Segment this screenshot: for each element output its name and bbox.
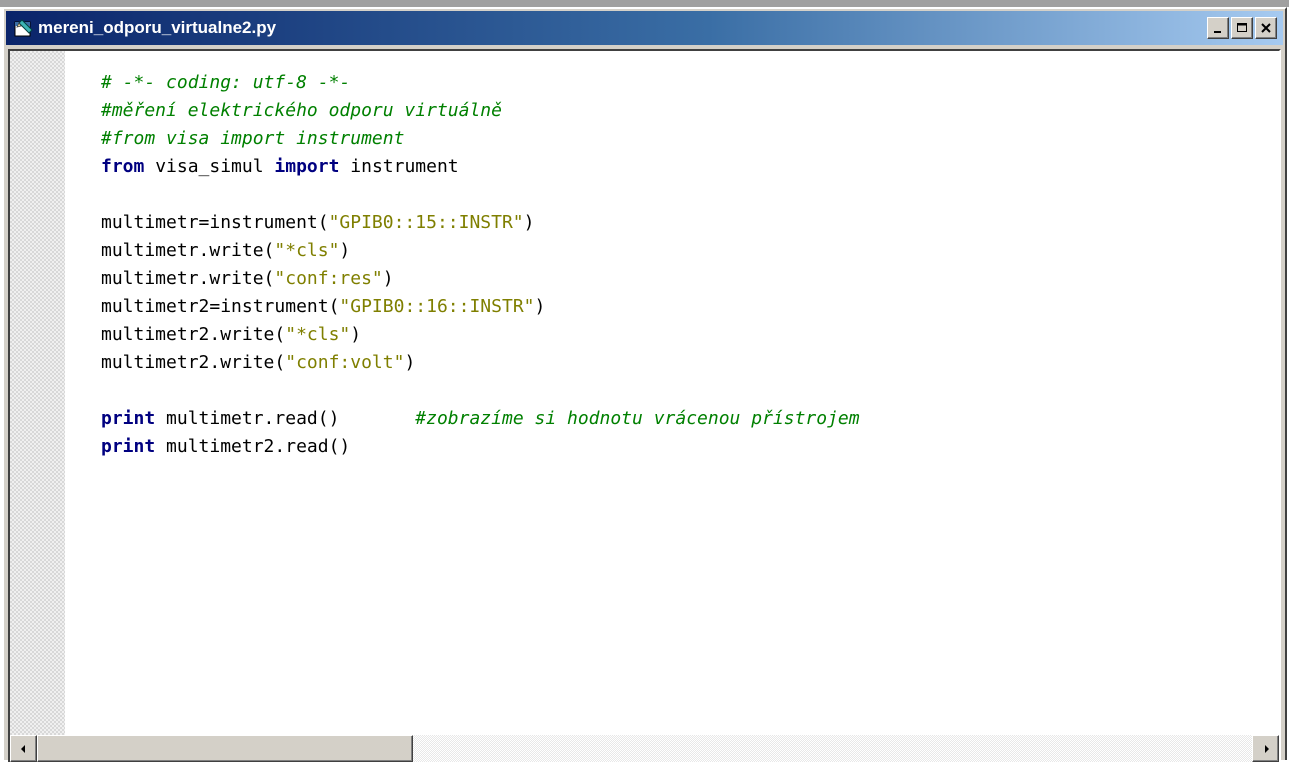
code-line: #měření elektrického odporu virtuálně (101, 97, 1271, 125)
title-bar[interactable]: mereni_odporu_virtualne2.py (6, 11, 1283, 45)
scroll-left-button[interactable] (10, 735, 37, 762)
editor-client: # -*- coding: utf-8 -*- #měření elektrick… (8, 49, 1281, 762)
maximize-button[interactable] (1231, 17, 1253, 39)
string-token: "conf:res" (274, 268, 383, 289)
comment-token: #from visa import instrument (101, 128, 405, 149)
code-text: instrument (339, 156, 459, 177)
code-line: # -*- coding: utf-8 -*- (101, 69, 1271, 97)
code-text: multimetr2=instrument( (101, 296, 340, 317)
code-text: ) (339, 240, 351, 261)
code-area[interactable]: # -*- coding: utf-8 -*- #měření elektrick… (101, 69, 1271, 461)
code-line: multimetr2.write("*cls") (101, 321, 1271, 349)
code-text: multimetr2.write( (101, 352, 286, 373)
scrollbar-thumb[interactable] (37, 735, 413, 762)
horizontal-scrollbar[interactable] (10, 735, 1279, 762)
string-token: "GPIB0::16::INSTR" (339, 296, 535, 317)
arrow-left-icon (20, 744, 25, 753)
close-icon (1261, 23, 1271, 33)
string-token: "GPIB0::15::INSTR" (328, 212, 524, 233)
code-editor[interactable]: # -*- coding: utf-8 -*- #měření elektrick… (10, 51, 1279, 735)
code-text: visa_simul (144, 156, 275, 177)
window-title: mereni_odporu_virtualne2.py (38, 18, 277, 37)
code-line: print multimetr2.read() (101, 433, 1271, 461)
code-text: ) (534, 296, 546, 317)
comment-token: #měření elektrického odporu virtuálně (101, 100, 502, 121)
keyword-token: from (101, 156, 145, 177)
editor-gutter (10, 51, 65, 735)
comment-token: #zobrazíme si hodnotu vrácenou přístroje… (415, 408, 860, 429)
string-token: "conf:volt" (285, 352, 405, 373)
desktop-strip (0, 0, 1289, 7)
code-text: multimetr=instrument( (101, 212, 329, 233)
minimize-icon (1214, 31, 1221, 33)
code-line: print multimetr.read() #zobrazíme si hod… (101, 405, 1271, 433)
arrow-right-icon (1264, 744, 1269, 753)
string-token: "*cls" (274, 240, 340, 261)
code-text: multimetr2.write( (101, 324, 286, 345)
code-line: from visa_simul import instrument (101, 153, 1271, 181)
python-file-icon (14, 19, 33, 37)
scroll-right-button[interactable] (1252, 735, 1279, 762)
code-text: multimetr.write( (101, 240, 275, 261)
maximize-icon (1237, 23, 1247, 32)
code-text: ) (404, 352, 416, 373)
keyword-token: import (274, 156, 340, 177)
code-text: ) (382, 268, 394, 289)
code-text: multimetr2.read() (155, 436, 351, 457)
keyword-token: print (101, 436, 156, 457)
code-text: ) (350, 324, 362, 345)
code-line: multimetr.write("conf:res") (101, 265, 1271, 293)
code-text: multimetr.write( (101, 268, 275, 289)
string-token: "*cls" (285, 324, 351, 345)
editor-window: mereni_odporu_virtualne2.py # -*- coding… (2, 7, 1287, 762)
code-text: ) (523, 212, 535, 233)
window-controls (1205, 17, 1277, 39)
code-line: #from visa import instrument (101, 125, 1271, 153)
code-line: multimetr=instrument("GPIB0::15::INSTR") (101, 209, 1271, 237)
code-text: multimetr.read() (155, 408, 416, 429)
comment-token: # -*- coding: utf-8 -*- (101, 72, 351, 93)
keyword-token: print (101, 408, 156, 429)
code-line: multimetr.write("*cls") (101, 237, 1271, 265)
code-line: multimetr2=instrument("GPIB0::16::INSTR"… (101, 293, 1271, 321)
code-line: multimetr2.write("conf:volt") (101, 349, 1271, 377)
close-button[interactable] (1255, 17, 1277, 39)
minimize-button[interactable] (1207, 17, 1229, 39)
